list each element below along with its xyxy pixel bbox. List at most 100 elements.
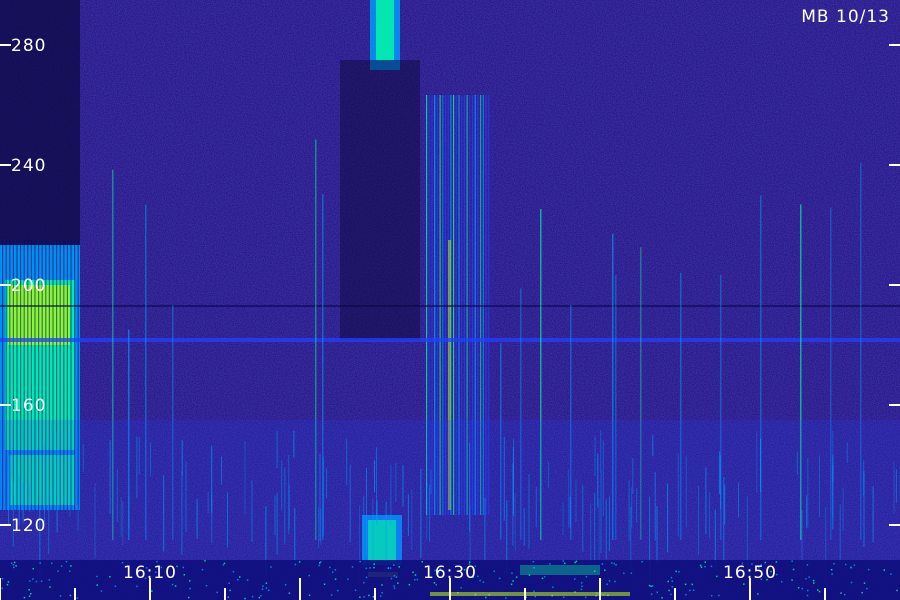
lower-streak (597, 453, 599, 508)
lower-streak (656, 506, 658, 563)
baseline-speck (390, 577, 393, 580)
x-tick-mark (299, 578, 301, 600)
lower-streak (842, 487, 844, 531)
baseline-speck (668, 589, 670, 592)
lower-streak (244, 440, 246, 515)
lower-streak (322, 481, 324, 537)
x-tick-mark (74, 588, 76, 600)
lower-streak (94, 483, 96, 559)
baseline-speck (661, 597, 663, 599)
baseline-speck (354, 589, 357, 592)
baseline-speck (28, 595, 31, 598)
lower-streak (523, 507, 525, 546)
baseline-speck (251, 595, 254, 598)
lower-streak (284, 467, 286, 545)
baseline-speck (136, 585, 138, 588)
lower-streak (600, 469, 602, 554)
lower-streak (407, 494, 409, 537)
baseline-speck (641, 560, 643, 563)
baseline-speck (308, 574, 310, 577)
baseline-speck (69, 594, 72, 597)
baseline-speck (369, 567, 371, 569)
baseline-speck (801, 587, 804, 590)
y-tick-mark-left (0, 164, 11, 166)
baseline-speck (393, 587, 396, 589)
lower-streak (346, 438, 348, 485)
baseline-speck (351, 566, 354, 568)
y-tick-mark-right (889, 524, 900, 526)
baseline-speck (182, 566, 184, 569)
lower-streak (426, 481, 428, 540)
lower-streak (48, 486, 50, 554)
lower-streak (756, 431, 758, 494)
baseline-speck (684, 583, 687, 586)
lower-streak (376, 500, 378, 526)
baseline-speck (189, 580, 191, 582)
y-tick-mark-left (0, 284, 11, 286)
baseline-speck (563, 596, 565, 599)
lower-streak (631, 487, 633, 528)
baseline-speck (114, 585, 117, 588)
baseline-speck (699, 564, 702, 567)
y-tick-mark-right (889, 284, 900, 286)
baseline-speck (650, 585, 652, 588)
baseline-speck (493, 570, 495, 572)
baseline-speck (246, 579, 249, 581)
baseline-speck (29, 580, 31, 582)
x-tick-label: 16:30 (423, 563, 477, 583)
baseline-speck (833, 562, 835, 565)
lower-streak (122, 500, 124, 546)
baseline-speck (1, 587, 3, 590)
lower-streak (846, 442, 848, 464)
baseline-speck (608, 580, 611, 582)
lower-streak (429, 484, 431, 542)
y-tick-mark-right (889, 44, 900, 46)
baseline-glow (520, 565, 600, 575)
baseline-speck (532, 560, 535, 563)
baseline-speck (109, 575, 111, 578)
baseline-speck (223, 562, 226, 565)
lower-streak (575, 479, 577, 523)
lower-streak (326, 468, 328, 499)
y-tick-label: 120 (11, 516, 46, 536)
baseline-speck (261, 588, 264, 590)
baseline-speck (812, 579, 815, 582)
baseline-speck (244, 597, 246, 600)
y-tick-label: 160 (11, 396, 46, 416)
lower-streak (605, 498, 607, 560)
baseline-speck (564, 562, 566, 565)
lower-streak (582, 484, 584, 552)
lower-streak (724, 484, 726, 525)
lower-streak (319, 453, 321, 541)
baseline-speck (232, 570, 235, 573)
baseline-speck (229, 589, 231, 592)
baseline-speck (515, 576, 518, 578)
baseline-speck (718, 594, 720, 597)
lower-streak (323, 457, 325, 482)
lower-streak (594, 436, 596, 476)
lower-streak (196, 498, 198, 539)
lower-streak (116, 469, 118, 522)
baseline-speck (7, 581, 10, 583)
baseline-speck (630, 572, 633, 574)
lower-streak (484, 497, 486, 561)
baseline-speck (689, 589, 691, 592)
lower-streak (349, 464, 351, 542)
baseline-speck (498, 577, 501, 580)
baseline-speck (890, 573, 892, 575)
x-tick-label: 16:50 (723, 563, 777, 583)
lower-streak (395, 463, 397, 503)
lower-streak (806, 495, 808, 528)
baseline-speck (710, 594, 713, 597)
baseline-speck (359, 596, 361, 598)
lower-streak (207, 491, 209, 514)
baseline-speck (806, 564, 809, 566)
baseline-speck (534, 595, 536, 598)
lower-streak (503, 436, 505, 521)
lower-streak (294, 508, 296, 570)
baseline-speck (581, 582, 583, 584)
lower-streak (738, 482, 739, 518)
baseline-speck (781, 581, 783, 583)
lower-streak (469, 443, 471, 532)
lower-streak (608, 496, 610, 552)
